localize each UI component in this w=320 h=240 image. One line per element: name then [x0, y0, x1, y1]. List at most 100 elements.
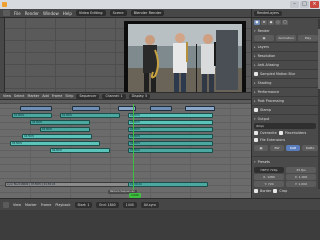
crop-checkbox[interactable] [273, 189, 278, 193]
menu-help[interactable]: Help [63, 11, 72, 16]
sequencer-strip[interactable] [150, 106, 172, 111]
aspect-y-field[interactable]: Y: 1.000 [286, 181, 316, 187]
menu-select[interactable]: Select [14, 94, 24, 98]
sequencer-strip[interactable]: 03.MOV [128, 120, 213, 125]
checkbox[interactable] [254, 72, 258, 76]
blender-app-icon [2, 2, 7, 7]
sequencer-strip[interactable] [185, 106, 215, 111]
sequencer-strip[interactable]: 06.MOV [128, 141, 213, 146]
rgb-button[interactable]: RGB [286, 145, 300, 151]
world-tab-icon[interactable]: ○ [275, 20, 281, 25]
render-tab-icon[interactable]: ● [254, 20, 260, 25]
resolution-x-field[interactable]: X: 1280 [254, 174, 284, 180]
render-engine-selector[interactable]: Blender Render [130, 10, 165, 16]
sequencer-strip[interactable] [20, 106, 52, 111]
resolution-section[interactable]: ▸ Resolution [254, 53, 319, 59]
divider [252, 105, 320, 106]
layers-section[interactable]: ▸ Layers [254, 44, 319, 50]
maximize-button[interactable]: □ [300, 1, 309, 8]
post-processing-section[interactable]: ▸ Post Processing [254, 98, 319, 104]
sequencer-strip[interactable]: 02.MOV [30, 120, 90, 125]
scene-tab-icon[interactable]: ◆ [268, 20, 274, 25]
strip-label: 03.MOV [130, 121, 141, 124]
preset-field[interactable]: HDTV 720p [254, 167, 284, 173]
output-section[interactable]: ▾ Output [254, 116, 319, 122]
sequencer-strip[interactable] [72, 106, 100, 111]
properties-header: RenderLayers [252, 9, 320, 18]
render-image-button[interactable]: ▣ [254, 35, 274, 41]
format-selector[interactable]: ▦ [254, 145, 268, 151]
render-animation-button[interactable]: Animation [276, 35, 296, 41]
screen-layout-selector[interactable]: Video Editing [75, 10, 106, 16]
sequencer-header: View Select Marker Add Frame Strip Seque… [0, 92, 251, 100]
layers-tab-icon[interactable]: ≡ [261, 20, 267, 25]
channel-field[interactable]: Channel: 1 [102, 93, 126, 99]
sequencer-strip[interactable]: 07.MOV [128, 148, 213, 153]
scene-selector[interactable]: Scene [109, 10, 127, 16]
encoding-section[interactable]: ▾ Presets [254, 159, 319, 165]
sequencer-strip[interactable]: 06.MOV [50, 148, 110, 153]
sequencer-strip[interactable]: 04.MOV [128, 127, 213, 132]
sequencer-strip[interactable]: 01.MOV [12, 113, 52, 118]
aspect-x-field[interactable]: X: 1.000 [286, 174, 316, 180]
object-tab-icon[interactable]: □ [282, 20, 288, 25]
editor-type-button[interactable] [3, 10, 10, 16]
file-extensions-checkbox[interactable] [254, 138, 258, 142]
minimize-button[interactable]: – [290, 1, 299, 8]
editor-type-button[interactable] [3, 201, 9, 208]
close-button[interactable]: × [310, 1, 319, 8]
render-layer-field[interactable]: RenderLayers [254, 11, 282, 16]
sequencer-strip[interactable]: 01.MOV [60, 113, 120, 118]
menu-view[interactable]: View [3, 94, 11, 98]
menu-frame[interactable]: Frame [52, 94, 63, 98]
strip-label: 06.MOV [52, 149, 63, 152]
menu-strip[interactable]: Strip [65, 94, 73, 98]
output-path-field[interactable]: /tmp/ [254, 123, 316, 129]
divider [252, 42, 320, 43]
rgba-button[interactable]: RGBA [302, 145, 318, 151]
sequencer-timeline[interactable]: 01.MOV 01.MOV 02.MOV 02.MOV 03.MOV 03.MOV 04.M… [0, 100, 251, 198]
menu-file[interactable]: File [14, 11, 21, 16]
sequencer-strip[interactable]: 05.MOV [128, 134, 213, 139]
sequencer-preview[interactable] [5, 18, 251, 100]
menu-view[interactable]: View [13, 203, 21, 207]
fps-field[interactable]: 25 fps [286, 167, 316, 173]
resolution-y-field[interactable]: Y: 720 [254, 181, 284, 187]
sync-mode-selector[interactable]: AV-sync [140, 201, 160, 208]
current-frame-field[interactable]: 1440 [122, 201, 137, 208]
sequencer-strip[interactable]: 04.MOV [22, 134, 92, 139]
menu-playback[interactable]: Playback [55, 203, 70, 207]
play-button[interactable]: Play [298, 35, 318, 41]
motion-blur-section[interactable]: Sampled Motion Blur [254, 71, 319, 77]
divider [252, 96, 320, 97]
render-section[interactable]: ▾ Render [254, 28, 319, 34]
menu-window[interactable]: Window [43, 11, 59, 16]
sequencer-strip[interactable]: 03.MOV [40, 127, 90, 132]
strip-label: 02.MOV [130, 114, 141, 117]
menu-add[interactable]: Add [42, 94, 49, 98]
bw-button[interactable]: BW [270, 145, 284, 151]
sequencer-strip[interactable]: sync file 010002 | 07.MOV | 01:30:24 [5, 182, 131, 187]
performance-section[interactable]: ▸ Performance [254, 89, 319, 95]
menu-render[interactable]: Render [25, 11, 39, 16]
stamp-section[interactable]: Stamp [254, 107, 319, 113]
anti-aliasing-section[interactable]: ▸ Anti-Aliasing [254, 62, 319, 68]
overwrite-checkbox[interactable] [254, 131, 258, 135]
menu-marker[interactable]: Marker [25, 203, 37, 207]
shading-section[interactable]: ▸ Shading [254, 80, 319, 86]
grid-line [115, 18, 116, 100]
end-frame-field[interactable]: End: 1840 [96, 201, 119, 208]
menu-marker[interactable]: Marker [28, 94, 40, 98]
border-checkbox[interactable] [254, 189, 258, 193]
menu-frame[interactable]: Frame [41, 203, 52, 207]
time-ruler[interactable] [0, 100, 251, 104]
display-field[interactable]: Display: 5 [128, 93, 151, 99]
start-frame-field[interactable]: Start: 1 [74, 201, 93, 208]
view-type-selector[interactable]: Sequencer [76, 93, 100, 99]
sequencer-strip[interactable]: 02.MOV [128, 113, 213, 118]
checkbox[interactable] [254, 108, 258, 112]
placeholders-checkbox[interactable] [278, 131, 283, 135]
sequencer-strip[interactable]: 05.MOV [10, 141, 100, 146]
playhead[interactable] [133, 104, 134, 198]
sequencer-strip[interactable]: 01:30:24 [128, 182, 208, 187]
